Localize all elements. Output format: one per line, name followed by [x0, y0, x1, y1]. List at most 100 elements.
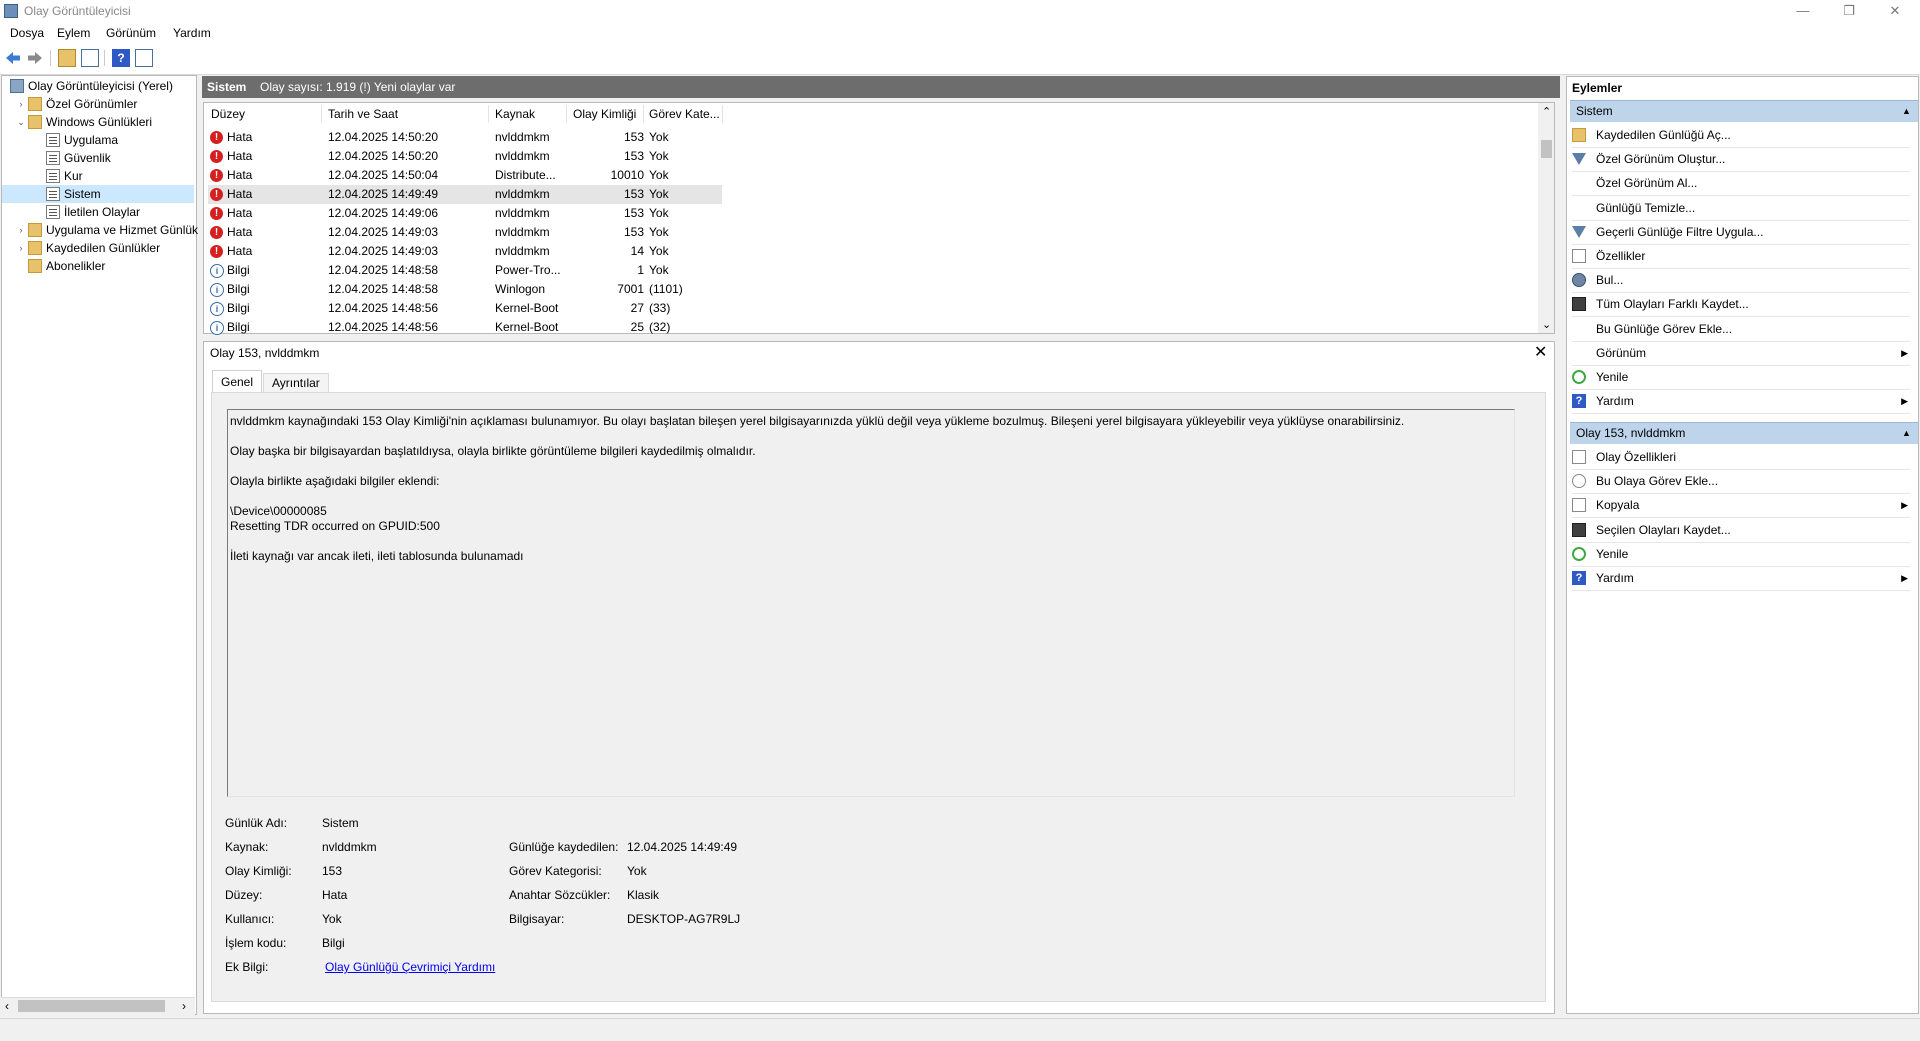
column-separator[interactable] [566, 105, 567, 123]
prop-value-source: nvlddmkm [322, 840, 377, 854]
column-header-task-category[interactable]: Görev Kate... [649, 107, 720, 121]
action-item[interactable]: Yenile [1572, 366, 1912, 388]
prop-value-event-id: 153 [322, 864, 343, 878]
table-row[interactable]: ! Hata 12.04.2025 14:50:04 Distribute... 100… [208, 166, 722, 185]
tree-item[interactable]: İletilen Olaylar [2, 203, 194, 221]
tree-item[interactable]: Uygulama [2, 131, 194, 149]
column-header-date[interactable]: Tarih ve Saat [328, 107, 398, 121]
scroll-up-icon[interactable]: ⌃ [1542, 105, 1551, 118]
action-label: Görünüm [1596, 345, 1647, 360]
cell-event-id: 10010 [610, 168, 644, 182]
table-row[interactable]: ! Hata 12.04.2025 14:49:03 nvlddmkm 153 Yok [208, 223, 722, 242]
scroll-right-icon[interactable]: › [182, 999, 186, 1013]
menu-eylem[interactable]: Eylem [57, 26, 90, 40]
action-item[interactable]: Tüm Olayları Farklı Kaydet... [1572, 293, 1912, 315]
action-item[interactable]: Kopyala ▶ [1572, 494, 1912, 516]
tab-genel[interactable]: Genel [212, 370, 263, 392]
status-bar [0, 1018, 1920, 1041]
event-list-vertical-scrollbar[interactable] [1538, 103, 1554, 333]
info-icon: i [210, 302, 224, 316]
table-row[interactable]: i Bilgi 12.04.2025 14:48:56 Kernel-Boot 27 (3… [208, 299, 722, 318]
forward-arrow-icon[interactable] [26, 49, 44, 67]
column-separator[interactable] [722, 105, 723, 123]
tree-item[interactable]: Güvenlik [2, 149, 194, 167]
table-row[interactable]: i Bilgi 12.04.2025 14:48:58 Winlogon 7001 (11… [208, 280, 722, 299]
action-item[interactable]: Özellikler [1572, 245, 1912, 267]
column-header-source[interactable]: Kaynak [495, 107, 535, 121]
table-row[interactable]: ! Hata 12.04.2025 14:49:03 nvlddmkm 14 Yok [208, 242, 722, 261]
action-item[interactable]: Kaydedilen Günlüğü Aç... [1572, 124, 1912, 146]
filter-icon [1572, 225, 1586, 238]
tree-scroll-thumb[interactable] [18, 1000, 165, 1012]
close-window-button[interactable]: ✕ [1872, 0, 1918, 22]
submenu-arrow-icon: ▶ [1901, 396, 1908, 407]
column-header-level[interactable]: Düzey [211, 107, 245, 121]
cell-level: Hata [227, 225, 253, 239]
prop-label-log-name: Günlük Adı: [225, 816, 288, 830]
online-help-link[interactable]: Olay Günlüğü Çevrimiçi Yardımı [325, 960, 495, 974]
tree-item[interactable]: Olay Görüntüleyicisi (Yerel) [2, 77, 194, 95]
table-row[interactable]: ! Hata 12.04.2025 14:49:49 nvlddmkm 153 Yok [208, 185, 722, 204]
collapse-icon[interactable]: ▲ [1902, 428, 1911, 438]
expand-tree-icon[interactable]: › [16, 239, 26, 257]
table-row[interactable]: i Bilgi 12.04.2025 14:48:58 Power-Tro... 1 Yo… [208, 261, 722, 280]
action-label: Özellikler [1596, 249, 1646, 263]
column-separator[interactable] [321, 105, 322, 123]
event-description-box[interactable] [227, 409, 1515, 797]
error-icon: ! [210, 226, 223, 239]
close-detail-icon[interactable]: ✕ [1534, 342, 1547, 362]
column-separator[interactable] [488, 105, 489, 123]
expand-tree-icon[interactable]: › [16, 95, 26, 113]
scroll-left-icon[interactable]: ‹ [5, 999, 9, 1013]
action-item[interactable]: ? Yardım ▶ [1572, 390, 1912, 412]
description-line: Olay başka bir bilgisayardan başlatıldıy… [230, 444, 756, 458]
collapse-icon[interactable]: ▲ [1902, 106, 1911, 116]
tab-ayrintilar[interactable]: Ayrıntılar [263, 373, 329, 392]
column-separator[interactable] [643, 105, 644, 123]
table-row[interactable]: ! Hata 12.04.2025 14:50:20 nvlddmkm 153 Yok [208, 128, 722, 147]
action-item[interactable]: Günlüğü Temizle... [1572, 197, 1912, 219]
cell-task: Yok [649, 244, 669, 258]
tree-item[interactable]: Sistem [2, 185, 194, 203]
prop-label-opcode: İşlem kodu: [225, 936, 287, 950]
tree-item[interactable]: Kur [2, 167, 194, 185]
tree-item[interactable]: › Kaydedilen Günlükler [2, 239, 194, 257]
cell-source: Winlogon [495, 282, 546, 296]
action-item[interactable]: Seçilen Olayları Kaydet... [1572, 519, 1912, 541]
tree-item[interactable]: › Özel Görünümler [2, 95, 194, 113]
menu-dosya[interactable]: Dosya [10, 26, 44, 40]
action-item[interactable]: Özel Görünüm Oluştur... [1572, 148, 1912, 170]
action-item[interactable]: Görünüm ▶ [1572, 342, 1912, 364]
open-folder-icon[interactable] [58, 49, 76, 67]
minimize-button[interactable]: — [1780, 0, 1826, 22]
actions-section-sistem[interactable] [1570, 100, 1918, 122]
action-item[interactable]: Bu Olaya Görev Ekle... [1572, 470, 1912, 492]
table-row[interactable]: i Bilgi 12.04.2025 14:48:56 Kernel-Boot 25 (3… [208, 318, 722, 337]
action-item[interactable]: Özel Görünüm Al... [1572, 172, 1912, 194]
show-hide-pane-icon[interactable] [81, 49, 99, 67]
action-item[interactable]: Geçerli Günlüğe Filtre Uygula... [1572, 221, 1912, 243]
tree-item[interactable]: Abonelikler [2, 257, 194, 275]
column-header-event-id[interactable]: Olay Kimliği [573, 107, 636, 121]
restore-button[interactable]: ❐ [1826, 0, 1872, 22]
event-list-scroll-thumb[interactable] [1541, 140, 1552, 158]
menu-yardim[interactable]: Yardım [173, 26, 211, 40]
collapse-tree-icon[interactable]: ⌄ [16, 113, 26, 131]
back-arrow-icon[interactable] [4, 49, 22, 67]
properties-pane-icon[interactable] [135, 49, 153, 67]
table-row[interactable]: ! Hata 12.04.2025 14:49:06 nvlddmkm 153 Yok [208, 204, 722, 223]
tree-item[interactable]: ⌄ Windows Günlükleri [2, 113, 194, 131]
action-item[interactable]: Bu Günlüğe Görev Ekle... [1572, 318, 1912, 340]
expand-tree-icon[interactable]: › [16, 221, 26, 239]
table-row[interactable]: ! Hata 12.04.2025 14:50:20 nvlddmkm 153 Yok [208, 147, 722, 166]
action-item[interactable]: Olay Özellikleri [1572, 446, 1912, 468]
help-icon[interactable]: ? [112, 49, 130, 67]
tree-item[interactable]: › Uygulama ve Hizmet Günlük [2, 221, 198, 239]
menu-gorunum[interactable]: Görünüm [106, 26, 156, 40]
scroll-down-icon[interactable]: ⌄ [1542, 318, 1551, 331]
action-item[interactable]: Yenile [1572, 543, 1912, 565]
description-line: Olayla birlikte aşağıdaki bilgiler eklen… [230, 474, 440, 488]
action-item[interactable]: ? Yardım ▶ [1572, 567, 1912, 589]
action-label: Olay Özellikleri [1596, 450, 1677, 464]
action-item[interactable]: Bul... [1572, 269, 1912, 291]
